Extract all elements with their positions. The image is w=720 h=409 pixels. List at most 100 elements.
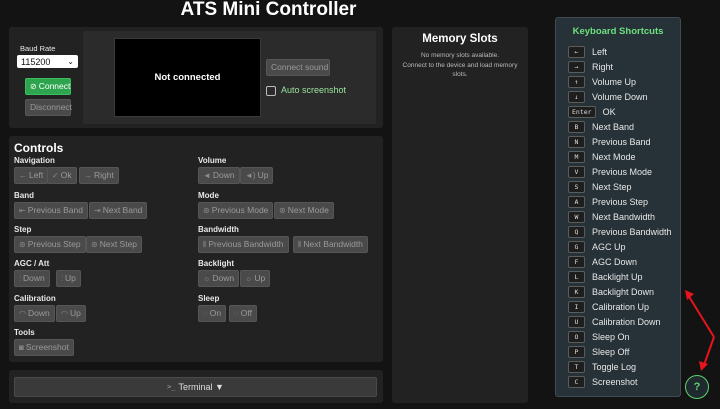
band-label: Band xyxy=(14,191,34,200)
shortcut-row: C Screenshot xyxy=(568,375,638,388)
shortcut-row: V Previous Mode xyxy=(568,165,652,178)
shortcut-description: Previous Mode xyxy=(592,166,653,177)
annotation-arrow-down xyxy=(703,336,715,366)
terminal-toggle-button[interactable]: >_ Terminal ▼ xyxy=(14,377,377,397)
shortcut-row: W Next Bandwidth xyxy=(568,210,655,223)
shortcut-description: Toggle Log xyxy=(592,361,637,372)
shortcut-description: AGC Down xyxy=(592,256,638,267)
shortcut-row: N Previous Band xyxy=(568,135,651,148)
auto-screenshot-checkbox[interactable] xyxy=(266,86,276,96)
next-step-button[interactable]: ⊛ Next Step xyxy=(86,236,143,253)
next-band-button[interactable]: ⇥ Next Band xyxy=(89,202,148,219)
agc-down-label: Down xyxy=(23,273,45,283)
shortcut-description: AGC Up xyxy=(592,241,626,252)
connect-button[interactable]: ⊘ Connect xyxy=(25,78,71,95)
shortcut-key: F xyxy=(568,255,585,268)
bandwidth-icon: ⫴ xyxy=(203,240,207,249)
shortcut-row: → Right xyxy=(568,60,613,73)
agc-down-button[interactable]: ⫶ Down xyxy=(14,270,50,287)
plug-icon: ⊘ xyxy=(30,82,37,91)
help-circle-icon: ? xyxy=(693,381,701,393)
calibration-down-label: Down xyxy=(27,308,50,318)
backlight-down-button[interactable]: ☼ Down xyxy=(198,270,240,287)
next-bandwidth-button[interactable]: ⫴ Next Bandwidth xyxy=(293,236,368,253)
navigation-label: Navigation xyxy=(14,156,55,165)
shortcut-description: Next Bandwidth xyxy=(592,211,656,222)
screenshot-label: Screenshot xyxy=(25,342,69,352)
shortcut-description: Next Step xyxy=(592,181,632,192)
disconnect-button[interactable]: Disconnect xyxy=(25,99,73,116)
ok-button[interactable]: ✓ Ok xyxy=(47,167,77,184)
agc-up-button[interactable]: ⫶ Up xyxy=(56,270,81,287)
sleep-on-button[interactable]: ◌ On xyxy=(198,305,227,322)
shortcut-row: Enter OK xyxy=(568,105,616,118)
gauge-icon: ◠ xyxy=(61,309,68,318)
baud-rate-value: 115200 xyxy=(21,56,51,67)
shortcut-key: U xyxy=(568,315,585,328)
shortcut-key: B xyxy=(568,120,585,133)
shortcut-row: G AGC Up xyxy=(568,240,626,253)
volume-down-icon: ◄ xyxy=(203,171,211,180)
shortcut-key: G xyxy=(568,240,585,253)
memory-hint-text: Connect to the device and load memory sl… xyxy=(402,62,518,78)
shortcut-key: V xyxy=(568,165,585,178)
agc-up-label: Up xyxy=(65,273,76,283)
previous-band-button[interactable]: ⇤ Previous Band xyxy=(14,202,88,219)
shortcut-description: Right xyxy=(592,61,614,72)
camera-icon: ◙ xyxy=(19,343,24,352)
skip-back-icon: ⇤ xyxy=(19,206,26,215)
left-button[interactable]: ← Left xyxy=(14,167,49,184)
shortcut-key: S xyxy=(568,180,585,193)
backlight-up-label: Up xyxy=(254,273,266,283)
help-button[interactable]: ? xyxy=(685,375,709,399)
mode-label: Mode xyxy=(198,191,219,200)
calibration-down-button[interactable]: ◠ Down xyxy=(14,305,55,322)
volume-up-button[interactable]: ◄) Up xyxy=(240,167,274,184)
shortcut-row: F AGC Down xyxy=(568,255,637,268)
right-button[interactable]: → Right xyxy=(79,167,119,184)
mode-icon: ⊛ xyxy=(203,206,210,215)
sleep-off-label: Off xyxy=(240,308,252,318)
shortcut-row: A Previous Step xyxy=(568,195,648,208)
shortcut-description: Calibration Down xyxy=(592,316,661,327)
shortcut-description: OK xyxy=(602,106,616,117)
tools-label: Tools xyxy=(14,328,35,337)
terminal-icon: >_ xyxy=(167,383,176,391)
step-icon: ⊛ xyxy=(19,240,26,249)
terminal-label: Terminal ▼ xyxy=(178,382,224,392)
shortcut-key: Q xyxy=(568,225,585,238)
screenshot-button[interactable]: ◙ Screenshot xyxy=(14,339,74,356)
next-mode-button[interactable]: ⊛ Next Mode xyxy=(274,202,334,219)
right-button-label: Right xyxy=(94,170,114,180)
keyboard-shortcuts-title: Keyboard Shortcuts xyxy=(572,26,664,37)
memory-empty-text: No memory slots available. xyxy=(420,52,500,59)
skip-forward-icon: ⇥ xyxy=(94,206,101,215)
arrow-left-icon: ← xyxy=(19,171,27,180)
baud-rate-select[interactable]: 115200 ⌄ xyxy=(17,55,78,68)
sleep-off-button[interactable]: ◌ Off xyxy=(229,305,257,322)
connect-sound-button[interactable]: Connect sound xyxy=(266,59,330,76)
moon-icon: ◌ xyxy=(203,309,208,318)
shortcut-row: M Next Mode xyxy=(568,150,636,163)
backlight-up-button[interactable]: ☼ Up xyxy=(240,270,271,287)
shortcut-row: I Calibration Up xyxy=(568,300,649,313)
sleep-on-label: On xyxy=(209,308,222,318)
shortcut-description: Next Band xyxy=(592,121,635,132)
shortcut-description: Calibration Up xyxy=(592,301,650,312)
left-button-label: Left xyxy=(29,170,44,180)
shortcut-description: Sleep Off xyxy=(592,346,630,357)
previous-mode-button[interactable]: ⊛ Previous Mode xyxy=(198,202,274,219)
backlight-label: Backlight xyxy=(198,259,235,268)
volume-down-button[interactable]: ◄ Down xyxy=(198,167,240,184)
auto-screenshot-label: Auto screenshot xyxy=(281,85,347,95)
previous-step-button[interactable]: ⊛ Previous Step xyxy=(14,236,86,253)
shortcut-row: T Toggle Log xyxy=(568,360,636,373)
annotation-arrow-up xyxy=(687,294,715,338)
shortcut-row: U Calibration Down xyxy=(568,315,661,328)
bandwidth-icon: ⫴ xyxy=(298,240,302,249)
calibration-up-button[interactable]: ◠ Up xyxy=(56,305,86,322)
next-band-label: Next Band xyxy=(102,205,143,215)
disconnect-button-label: Disconnect xyxy=(30,102,73,112)
previous-bandwidth-button[interactable]: ⫴ Previous Bandwidth xyxy=(198,236,289,253)
shortcut-description: Sleep On xyxy=(592,331,630,342)
